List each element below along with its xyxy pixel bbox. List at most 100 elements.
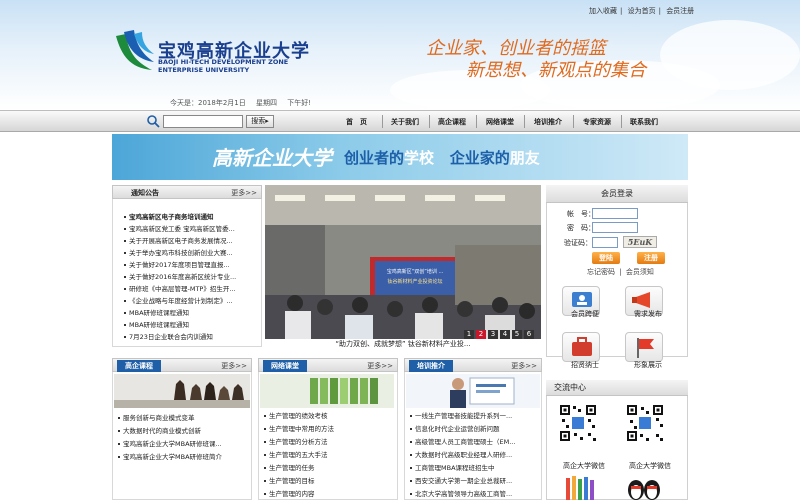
- member-register-link[interactable]: 会员注册: [666, 7, 694, 15]
- slide-page-4[interactable]: 4: [500, 330, 510, 339]
- slide-page-5[interactable]: 5: [512, 330, 522, 339]
- news-panel-header: 通知公告 更多>>: [112, 185, 262, 199]
- set-homepage-link[interactable]: 设为首页: [628, 7, 656, 15]
- captcha-image[interactable]: 5EuK: [623, 236, 657, 248]
- training-item[interactable]: 工商管理MBA课程班招生中: [410, 462, 538, 472]
- slideshow-caption[interactable]: “助力双创、成就梦想” 钛谷新材料产业投...: [265, 339, 541, 351]
- slideshow-image[interactable]: 宝鸡高新区“双创”培训 ... 钛谷新材料产业投资论坛: [265, 185, 541, 339]
- slide-page-6[interactable]: 6: [524, 330, 534, 339]
- training-image: [406, 374, 540, 408]
- add-favorite-link[interactable]: 加入收藏: [589, 7, 617, 15]
- nav-divider: [429, 115, 430, 128]
- news-item[interactable]: MBA研修班课程通知: [124, 307, 260, 317]
- online-class-item[interactable]: 生产管理中常用的方法: [264, 423, 394, 433]
- course-item[interactable]: 宝鸡高新企业大学MBA研修班简介: [118, 451, 248, 461]
- news-more-link[interactable]: 更多>>: [231, 188, 257, 198]
- news-item[interactable]: 7月23日企业联合会内训通知: [124, 331, 260, 341]
- search-input[interactable]: [163, 115, 243, 128]
- nav-contact[interactable]: 联系我们: [630, 117, 658, 127]
- courses-more-link[interactable]: 更多>>: [221, 361, 247, 371]
- news-item[interactable]: 宝鸡高新区电子商务培训通知: [124, 211, 260, 221]
- online-class-item[interactable]: 生产管理的目标: [264, 475, 394, 485]
- news-item[interactable]: 关于举办宝鸡市科技创新创业大赛...: [124, 247, 260, 257]
- online-class-item[interactable]: 生产管理的内容: [264, 488, 394, 498]
- qr-label: 高企大学微信: [563, 462, 605, 470]
- forgot-password-link[interactable]: 忘记密码: [587, 268, 615, 276]
- online-class-image: [260, 374, 394, 408]
- qq-penguin-icon[interactable]: [624, 474, 664, 500]
- qr-code-icon[interactable]: [558, 403, 598, 443]
- training-item[interactable]: 大数据时代高级职业经理人研修...: [410, 449, 538, 459]
- nav-experts[interactable]: 专家资源: [583, 117, 611, 127]
- courses-panel-header: 高企课程 更多>>: [112, 358, 252, 372]
- header-cloud: [660, 20, 800, 90]
- member-notice-link[interactable]: 会员须知: [626, 268, 654, 276]
- slide-page-3[interactable]: 3: [488, 330, 498, 339]
- course-item[interactable]: 宝鸡高新企业大学MBA研修班课...: [118, 438, 248, 448]
- search-button-label: 搜索: [251, 117, 266, 125]
- course-item[interactable]: 大数据时代的商业模式创新: [118, 425, 248, 435]
- news-item[interactable]: 关于做好2016年度高新区统计专业...: [124, 271, 260, 281]
- register-button[interactable]: 注册: [637, 252, 665, 264]
- news-item[interactable]: 关于做好2017年度项目管理直报...: [124, 259, 260, 269]
- recruit-button[interactable]: [562, 332, 600, 362]
- nav-courses[interactable]: 高企课程: [438, 117, 466, 127]
- demand-publish-label: 需求发布: [634, 310, 662, 318]
- qr-code-icon[interactable]: [625, 403, 665, 443]
- nav-training[interactable]: 培训推介: [534, 117, 562, 127]
- online-class-more-link[interactable]: 更多>>: [367, 361, 393, 371]
- nav-online-class[interactable]: 网络课堂: [486, 117, 514, 127]
- news-item[interactable]: 研修班《中高层管理-MTP》招生开...: [124, 283, 260, 293]
- banner-tagline-b: 学校: [404, 149, 435, 167]
- training-panel-header: 培训推介 更多>>: [404, 358, 542, 372]
- date-text: 今天是：2018年2月1日: [170, 99, 246, 107]
- briefcase-icon: [572, 337, 592, 356]
- nav-home[interactable]: 首 页: [346, 117, 367, 127]
- account-input[interactable]: [592, 208, 638, 219]
- online-class-item[interactable]: 生产管理的五大手法: [264, 449, 394, 459]
- date-bar: 今天是：2018年2月1日 星期四 下午好!: [170, 98, 319, 108]
- password-input[interactable]: [592, 222, 638, 233]
- nav-divider: [573, 115, 574, 128]
- qr-label: 高企大学微信: [629, 462, 671, 470]
- captcha-input[interactable]: [592, 237, 618, 248]
- online-class-item[interactable]: 生产管理的任务: [264, 462, 394, 472]
- captcha-label: 验证码：: [564, 239, 592, 247]
- banner-tagline-a: 创业者的: [344, 149, 405, 167]
- slide-page-1[interactable]: 1: [464, 330, 474, 339]
- slide-page-2[interactable]: 2: [476, 330, 486, 339]
- greeting-text: 下午好!: [287, 99, 312, 107]
- training-item[interactable]: 信息化时代企业运营创新问题: [410, 423, 538, 433]
- training-item[interactable]: 高级管理人员工商管理硕士（EM...: [410, 436, 538, 446]
- news-item[interactable]: MBA研修班课程通知: [124, 319, 260, 329]
- online-class-item[interactable]: 生产管理的绩效考核: [264, 410, 394, 420]
- image-display-button[interactable]: [625, 332, 663, 362]
- training-more-link[interactable]: 更多>>: [511, 361, 537, 371]
- news-item[interactable]: 《企业战略与年度经营计划制定》...: [124, 295, 260, 305]
- training-panel-title: 培训推介: [409, 360, 453, 372]
- training-item[interactable]: 北京大学高管领导力高级工商管...: [410, 488, 538, 498]
- training-item[interactable]: 西安交通大学第一期企业总裁研...: [410, 475, 538, 485]
- nav-about[interactable]: 关于我们: [391, 117, 419, 127]
- weekday-text: 星期四: [255, 99, 277, 107]
- course-item[interactable]: 服务创新与商业模式变革: [118, 412, 248, 422]
- screen-text-1: 宝鸡高新区“双创”培训 ...: [387, 268, 444, 275]
- logo-icon[interactable]: [112, 28, 156, 74]
- online-class-panel-header: 网络课堂 更多>>: [258, 358, 398, 372]
- search-button[interactable]: 搜索▸: [246, 115, 274, 128]
- password-label: 密 码：: [567, 224, 595, 232]
- banner-tagline-c: 企业家的: [449, 149, 510, 167]
- screen-text-2: 钛谷新材料产业投资论坛: [387, 278, 442, 285]
- banner-title: 高新企业大学: [212, 146, 332, 170]
- login-title: 会员登录: [546, 185, 688, 203]
- logo-subtitle-line2: ENTERPRISE UNIVERSITY: [158, 66, 250, 74]
- training-item[interactable]: 一线生产管理者技能提升系列一...: [410, 410, 538, 420]
- news-item[interactable]: 宝鸡高新区党工委 宝鸡高新区管委...: [124, 223, 260, 233]
- news-item[interactable]: 关于开展高新区电子商务发展情况...: [124, 235, 260, 245]
- top-links: 加入收藏 | 设为首页 | 会员注册: [589, 7, 695, 15]
- courses-panel-title: 高企课程: [117, 360, 161, 372]
- online-class-item[interactable]: 生产管理的分析方法: [264, 436, 394, 446]
- account-label: 帐 号：: [567, 210, 595, 218]
- recruit-label: 招贤纳士: [571, 361, 599, 369]
- login-button[interactable]: 登陆: [592, 252, 620, 264]
